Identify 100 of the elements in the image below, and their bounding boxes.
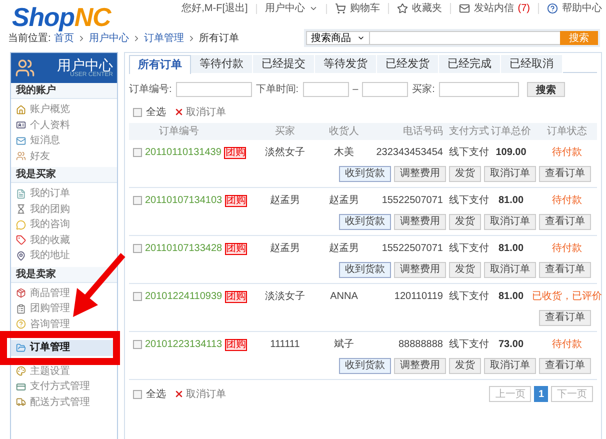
cancel-order-link[interactable]: 取消订单 [174,104,226,120]
question-icon [16,319,26,330]
search-field[interactable] [370,31,560,45]
message-link[interactable]: 发站内信 [458,3,514,14]
checkbox[interactable] [133,196,142,205]
sidebar-item[interactable]: 我的订单 [11,186,117,202]
tab[interactable]: 已经提交 [253,55,315,73]
checkbox[interactable] [133,244,142,253]
select-all-label[interactable]: 全选 [146,386,166,402]
tab[interactable]: 所有订单 [129,55,191,74]
table-cell-text: 赵孟男 [269,194,301,208]
page-button[interactable]: 1 [534,386,548,402]
id-card-icon [16,120,26,130]
action-button[interactable]: 调整费用 [394,358,446,374]
greeting-text: 您好,M-F [182,4,222,14]
action-button[interactable]: 调整费用 [394,214,446,230]
start-date-field[interactable] [302,82,349,96]
tab[interactable]: 已经发货 [377,55,439,73]
select-all-label[interactable]: 全选 [146,104,166,120]
order-number-field[interactable] [176,82,252,96]
field-label: 买家: [412,82,435,96]
order-status: 待付款 [551,146,583,160]
sidebar-item[interactable]: 我的地址 [11,248,117,264]
breadcrumb-link[interactable]: 订单管理 [144,30,184,46]
table-cell-text: 81.00 [497,290,525,304]
tag-icon [16,235,26,246]
action-button[interactable]: 查看订单 [539,358,591,374]
house-icon [16,104,26,115]
folder-icon [16,342,26,353]
tab[interactable]: 等待付款 [191,55,253,73]
action-button[interactable]: 查看订单 [539,262,591,278]
table-cell-text: 81.00 [497,194,525,208]
action-button[interactable]: 调整费用 [394,262,446,278]
filter-search-button[interactable]: 搜索 [526,82,565,96]
action-button[interactable]: 取消订单 [484,214,536,230]
table-cell-text: 线下支付 [448,194,490,208]
sidebar-item[interactable]: 咨询管理 [11,316,117,332]
checkbox[interactable] [133,340,142,349]
breadcrumb-link[interactable]: 首页 [54,30,74,46]
palette-icon [16,366,26,376]
table-cell-text: 120110119 [393,290,444,304]
action-button[interactable]: 收到货款 [339,358,391,374]
tab[interactable]: 已经完成 [439,55,501,73]
column-header: 订单状态 [546,124,588,139]
action-button[interactable]: 取消订单 [484,358,536,374]
end-date-field[interactable] [362,82,408,96]
favorites-link[interactable]: 收藏夹 [396,3,451,14]
sidebar-item[interactable]: 团购管理 [11,301,117,316]
action-button[interactable]: 查看订单 [539,166,591,182]
breadcrumb-label: 当前位置: [8,32,51,46]
table-cell-text: 111111 [269,338,301,352]
sidebar-title: 用户中心 [57,58,113,72]
sidebar-item[interactable]: 配送方式管理 [11,394,117,410]
sidebar-item[interactable]: 个人资料 [11,118,117,133]
field-label: 下单时间: [256,82,299,96]
action-button[interactable]: 收到货款 [339,262,391,278]
table-cell-text: 线下支付 [448,146,490,160]
action-button[interactable]: 收到货款 [339,166,391,182]
breadcrumb-current: 所有订单 [198,32,239,46]
cancel-order-link[interactable]: 取消订单 [174,386,226,402]
breadcrumb-link[interactable]: 用户中心 [88,30,129,46]
search-scope-select[interactable]: 搜索商品 [306,31,370,45]
user-center-menu[interactable]: 用户中心 [264,4,327,14]
sidebar-item[interactable]: 我的团购 [11,202,117,217]
checkbox[interactable] [133,390,142,398]
sidebar-item[interactable]: 短消息 [11,133,117,148]
logout-link[interactable]: [退出] [222,4,257,14]
sidebar-item[interactable]: 主题设置 [11,364,117,379]
action-button[interactable]: 查看订单 [539,214,591,230]
action-button[interactable]: 发货 [449,262,481,278]
sidebar-item[interactable]: 我的收藏 [11,232,117,248]
sidebar-item[interactable]: 支付方式管理 [11,379,117,394]
table-cell-text: 81.00 [497,242,525,256]
logo[interactable]: ShopNC [12,4,111,30]
table-cell-text: 线下支付 [448,290,490,304]
people-icon [15,58,35,78]
action-button[interactable]: 取消订单 [484,166,536,182]
action-button[interactable]: 发货 [449,358,481,374]
checkbox[interactable] [133,148,142,157]
action-button[interactable]: 发货 [449,166,481,182]
buyer-field[interactable] [438,82,519,96]
action-button[interactable]: 发货 [449,214,481,230]
sidebar-item[interactable]: 账户概览 [11,102,117,118]
sidebar-item[interactable]: 商品管理 [11,286,117,301]
column-header: 支付方式 [448,124,490,139]
checkbox[interactable] [133,292,142,301]
tab[interactable]: 等待发货 [315,55,377,73]
sidebar-item[interactable]: 我的咨询 [11,217,117,232]
checkbox[interactable] [133,108,142,116]
action-button[interactable]: 取消订单 [484,262,536,278]
field-label: 订单编号: [129,82,172,96]
help-link[interactable]: 帮助中心 [547,3,602,14]
action-button[interactable]: 查看订单 [539,310,591,326]
order-status: 待付款 [551,194,583,208]
action-button[interactable]: 收到货款 [339,214,391,230]
tab[interactable]: 已经取消 [501,55,563,73]
action-button[interactable]: 调整费用 [394,166,446,182]
cart-link[interactable]: 购物车 [334,3,389,14]
sidebar-item[interactable]: 好友 [11,148,117,164]
card-icon [16,382,26,392]
